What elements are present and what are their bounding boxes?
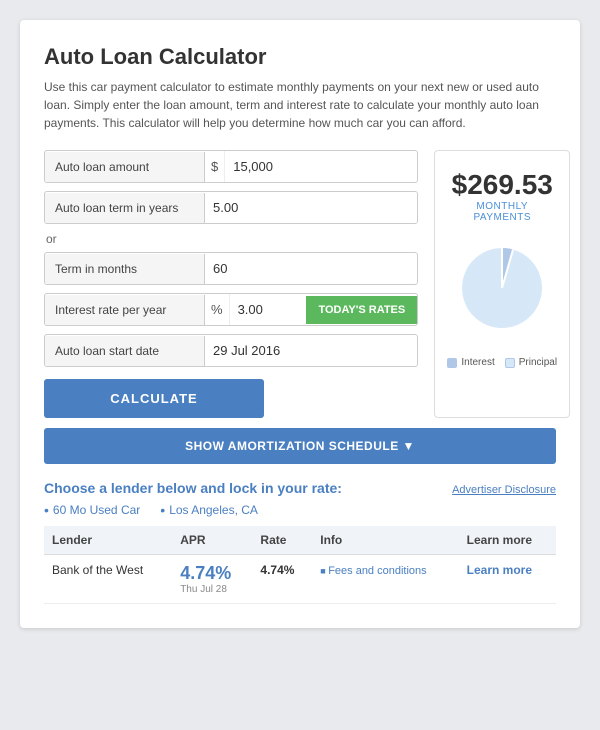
main-layout: Auto loan amount $ Auto loan term in yea… [44, 150, 556, 418]
principal-legend-item: Principal [505, 357, 557, 368]
col-rate: Rate [252, 526, 312, 555]
filter-bullet-2: • [160, 502, 165, 518]
filter-location-label: Los Angeles, CA [169, 503, 258, 517]
loan-term-months-label: Term in months [45, 254, 205, 284]
principal-dot [505, 358, 515, 368]
interest-legend-item: Interest [447, 357, 494, 368]
amortization-button[interactable]: SHOW AMORTIZATION SCHEDULE ▼ [44, 428, 556, 464]
loan-term-years-input[interactable] [205, 192, 417, 223]
interest-dot [447, 358, 457, 368]
lender-apr: 4.74% Thu Jul 28 [172, 555, 252, 604]
table-header-row: Lender APR Rate Info Learn more [44, 526, 556, 555]
loan-amount-label: Auto loan amount [45, 152, 205, 182]
percent-icon: % [205, 294, 230, 325]
right-section: $269.53 MONTHLY PAYMENTS Interest [434, 150, 570, 418]
loan-start-date-input[interactable] [205, 335, 417, 366]
principal-legend-label: Principal [519, 357, 557, 368]
filter-car-type: • 60 Mo Used Car [44, 502, 140, 518]
lender-section-title: Choose a lender below and lock in your r… [44, 480, 342, 496]
or-text: or [46, 232, 418, 246]
loan-term-years-field: Auto loan term in years [44, 191, 418, 224]
apr-date: Thu Jul 28 [180, 584, 244, 595]
loan-start-date-label: Auto loan start date [45, 336, 205, 366]
loan-term-months-field: Term in months [44, 252, 418, 285]
interest-rate-label: Interest rate per year [45, 295, 205, 325]
page-title: Auto Loan Calculator [44, 44, 556, 70]
loan-start-date-field: Auto loan start date [44, 334, 418, 367]
lender-filters: • 60 Mo Used Car • Los Angeles, CA [44, 502, 556, 518]
table-row: Bank of the West 4.74% Thu Jul 28 4.74% … [44, 555, 556, 604]
monthly-payment-amount: $269.53 [452, 169, 553, 201]
advertiser-disclosure-link[interactable]: Advertiser Disclosure [452, 484, 556, 496]
lender-table: Lender APR Rate Info Learn more Bank of … [44, 526, 556, 604]
interest-rate-field: Interest rate per year % TODAY'S RATES [44, 293, 418, 326]
calculator-card: Auto Loan Calculator Use this car paymen… [20, 20, 580, 628]
today-rates-button[interactable]: TODAY'S RATES [306, 296, 417, 324]
col-learn-more: Learn more [459, 526, 556, 555]
loan-term-years-label: Auto loan term in years [45, 193, 205, 223]
col-lender: Lender [44, 526, 172, 555]
lender-name: Bank of the West [44, 555, 172, 604]
page-description: Use this car payment calculator to estim… [44, 78, 556, 132]
pie-legend: Interest Principal [447, 357, 557, 368]
lender-rate: 4.74% [252, 555, 312, 604]
calculate-button[interactable]: CALCULATE [44, 379, 264, 418]
col-apr: APR [172, 526, 252, 555]
filter-location: • Los Angeles, CA [160, 502, 258, 518]
loan-amount-field: Auto loan amount $ [44, 150, 418, 183]
lender-info: Fees and conditions [312, 555, 458, 604]
loan-amount-input[interactable] [225, 151, 417, 182]
lender-header-row: Choose a lender below and lock in your r… [44, 480, 556, 496]
loan-term-months-input[interactable] [205, 253, 417, 284]
interest-rate-input[interactable] [230, 294, 307, 325]
left-section: Auto loan amount $ Auto loan term in yea… [44, 150, 418, 418]
learn-more-link[interactable]: Learn more [467, 563, 532, 577]
monthly-payment-label: MONTHLY PAYMENTS [447, 201, 557, 223]
lender-section: Choose a lender below and lock in your r… [44, 480, 556, 604]
dollar-icon: $ [205, 151, 225, 182]
apr-value: 4.74% [180, 563, 231, 583]
rate-value: 4.74% [260, 563, 294, 577]
interest-legend-label: Interest [461, 357, 494, 368]
lender-learn-more: Learn more [459, 555, 556, 604]
filter-car-type-label: 60 Mo Used Car [53, 503, 140, 517]
col-info: Info [312, 526, 458, 555]
fees-and-conditions-link[interactable]: Fees and conditions [320, 565, 426, 577]
filter-bullet-1: • [44, 502, 49, 518]
pie-chart [447, 233, 557, 343]
